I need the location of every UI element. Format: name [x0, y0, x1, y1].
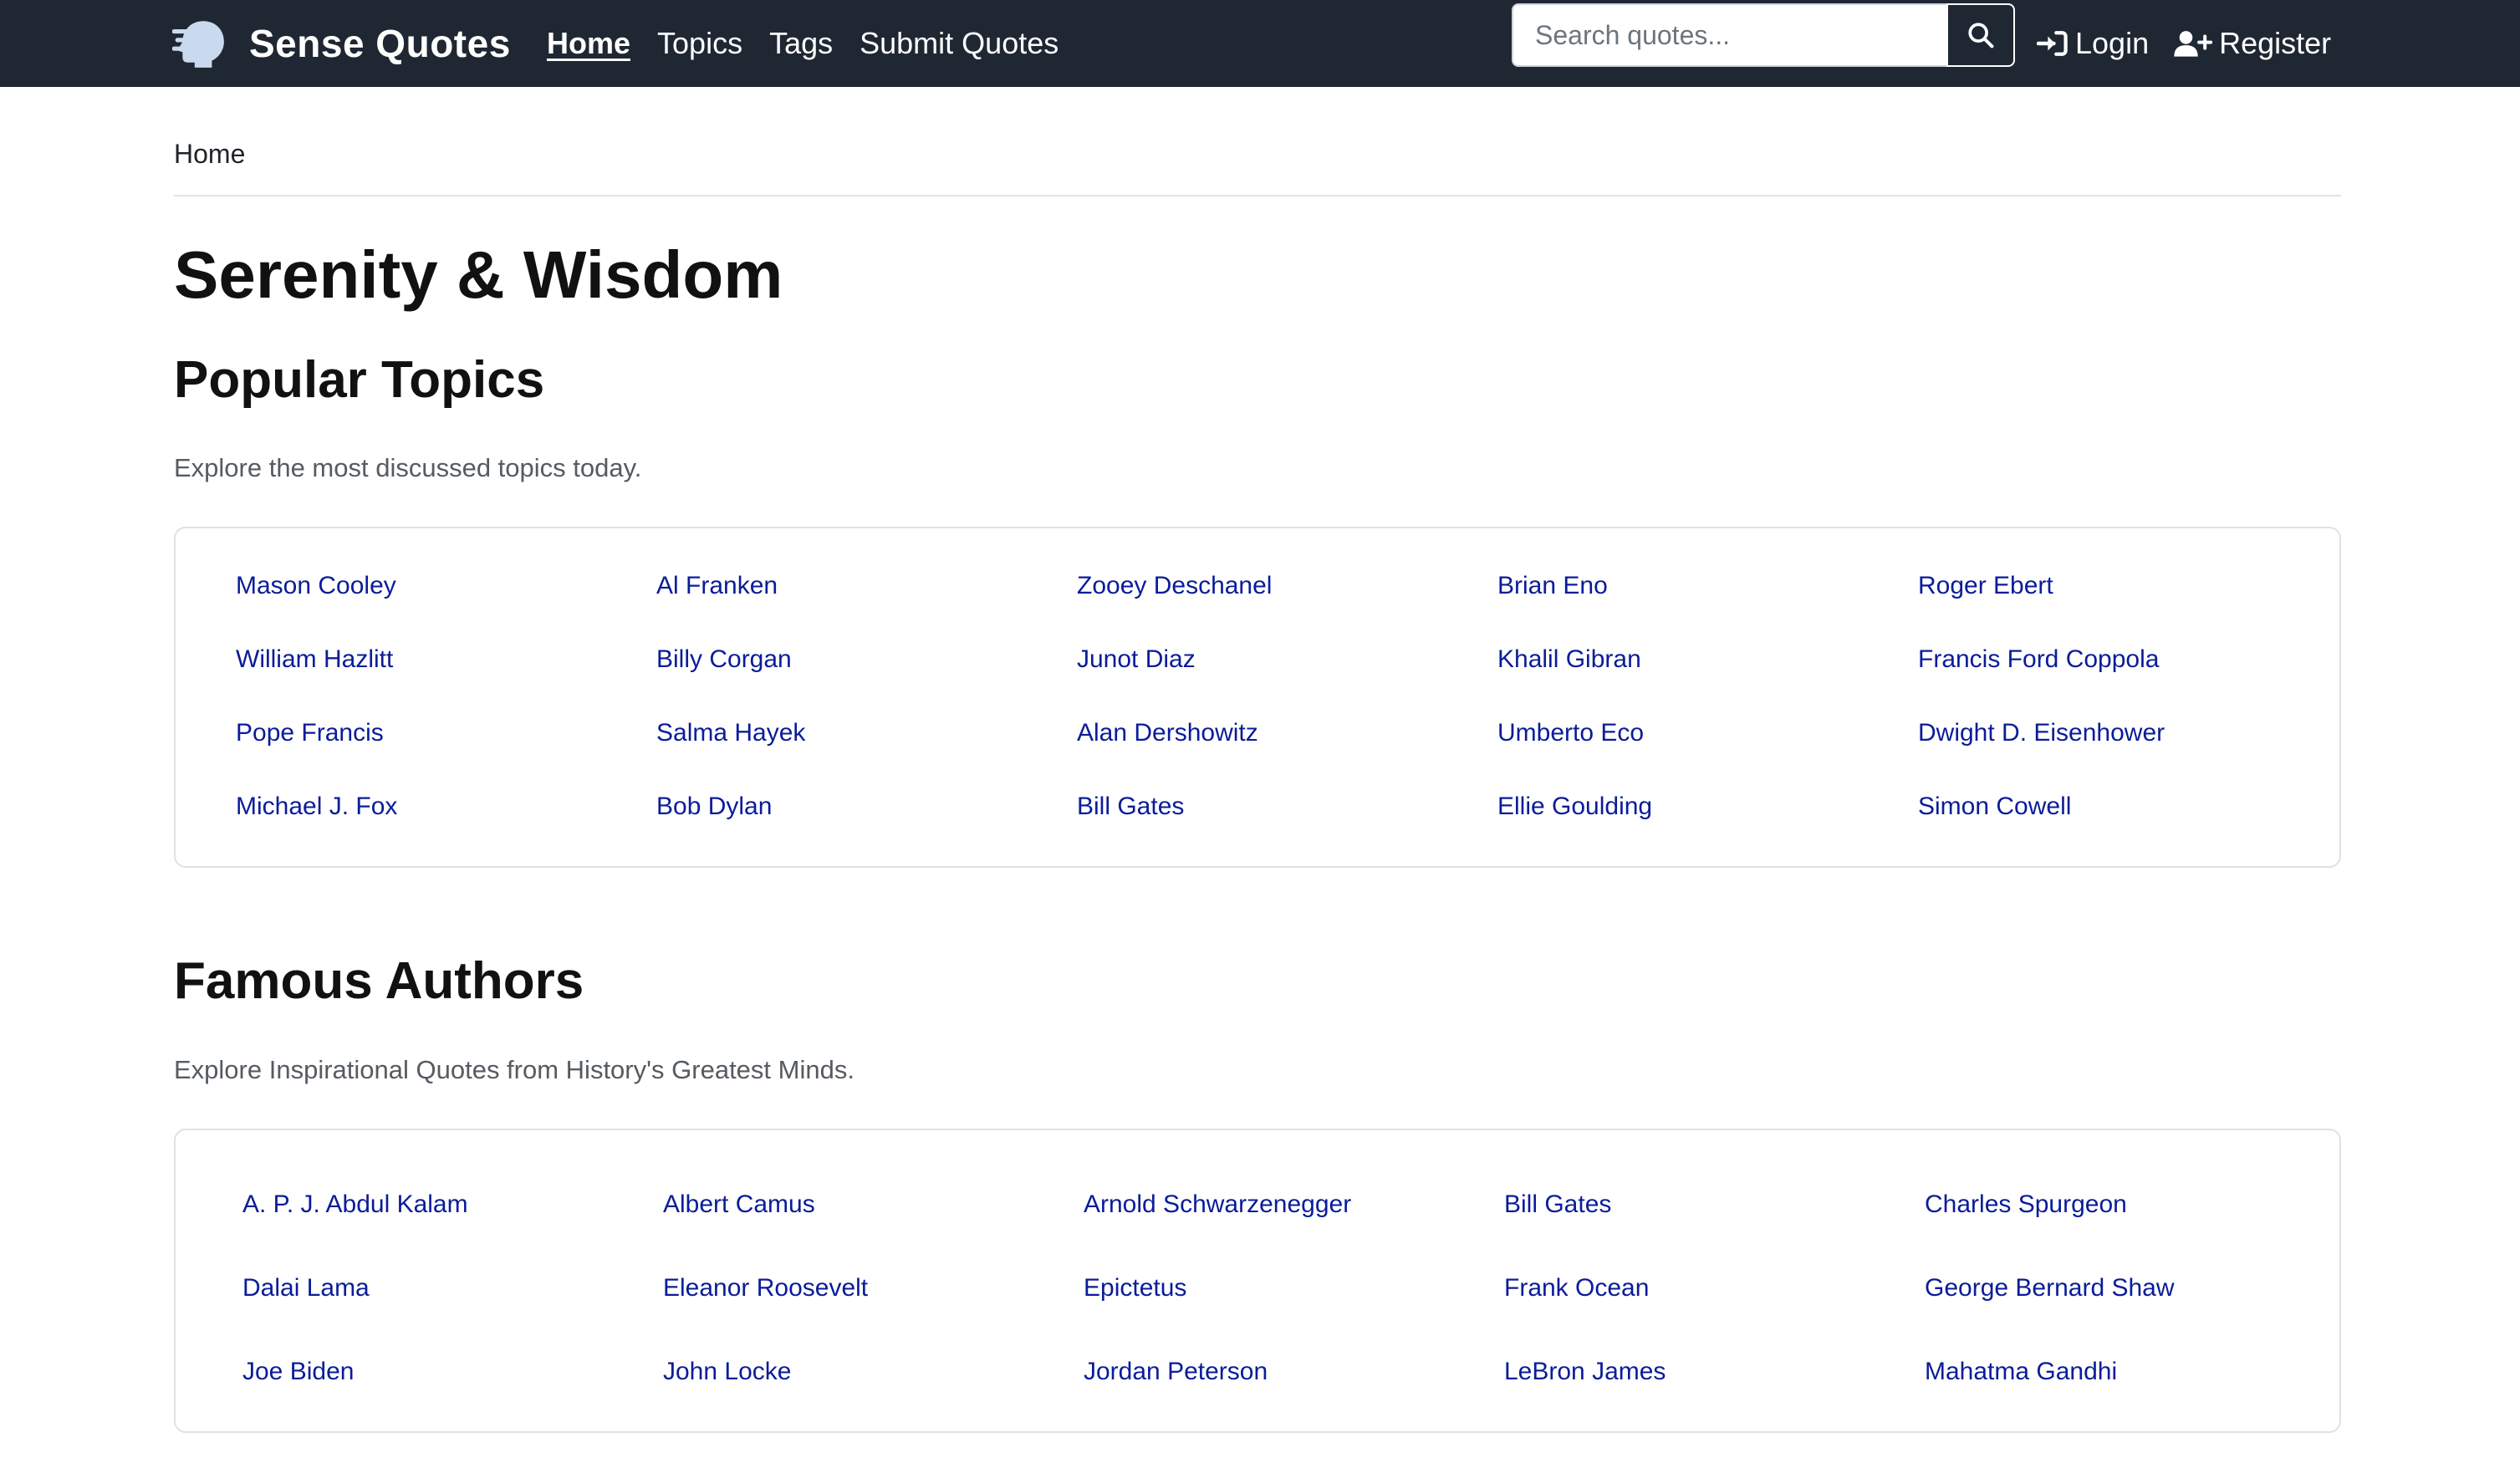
topic-link[interactable]: Brian Eno: [1497, 570, 1918, 602]
author-link[interactable]: Bill Gates: [1504, 1189, 1925, 1221]
popular-topics-heading: Popular Topics: [174, 351, 545, 409]
topic-link[interactable]: Billy Corgan: [656, 644, 1077, 675]
topic-link[interactable]: William Hazlitt: [236, 644, 656, 675]
famous-authors-heading: Famous Authors: [174, 952, 584, 1011]
nav-topics[interactable]: Topics: [657, 26, 742, 61]
search-icon: [1968, 23, 1994, 48]
author-link[interactable]: Frank Ocean: [1504, 1272, 1925, 1304]
brand-link[interactable]: Sense Quotes: [172, 8, 511, 79]
popular-topics-grid: Mason Cooley Al Franken Zooey Deschanel Bri…: [236, 570, 2279, 823]
auth-links: Login Register: [2037, 8, 2331, 79]
author-link[interactable]: Mahatma Gandhi: [1925, 1356, 2345, 1388]
brand-logo-icon: [172, 21, 224, 68]
topic-link[interactable]: Mason Cooley: [236, 570, 656, 602]
login-link[interactable]: Login: [2037, 26, 2149, 61]
main-nav: Home Topics Tags Submit Quotes: [547, 8, 1085, 79]
topic-link[interactable]: Pope Francis: [236, 717, 656, 749]
search-button[interactable]: [1946, 3, 2015, 67]
popular-topics-card: Mason Cooley Al Franken Zooey Deschanel Bri…: [174, 527, 2341, 869]
topic-link[interactable]: Salma Hayek: [656, 717, 1077, 749]
search-input[interactable]: [1512, 3, 1946, 67]
author-link[interactable]: John Locke: [663, 1356, 1084, 1388]
famous-authors-description: Explore Inspirational Quotes from Histor…: [174, 1054, 854, 1084]
user-plus-icon: [2174, 31, 2213, 57]
page-title: Serenity & Wisdom: [174, 237, 783, 312]
topic-link[interactable]: Michael J. Fox: [236, 791, 656, 823]
author-link[interactable]: Eleanor Roosevelt: [663, 1272, 1084, 1304]
topic-link[interactable]: Junot Diaz: [1077, 644, 1497, 675]
register-link[interactable]: Register: [2174, 26, 2331, 61]
login-label: Login: [2075, 26, 2150, 60]
author-link[interactable]: A. P. J. Abdul Kalam: [242, 1189, 663, 1221]
author-link[interactable]: Dalai Lama: [242, 1272, 663, 1304]
nav-home[interactable]: Home: [547, 26, 630, 61]
topic-link[interactable]: Dwight D. Eisenhower: [1918, 717, 2339, 749]
famous-authors-card: A. P. J. Abdul Kalam Albert Camus Arnold S…: [174, 1128, 2341, 1433]
main-content: Home Serenity & Wisdom Popular Topics Ex…: [174, 87, 2341, 1433]
author-link[interactable]: Epictetus: [1084, 1272, 1504, 1304]
topic-link[interactable]: Francis Ford Coppola: [1918, 644, 2339, 675]
popular-topics-description: Explore the most discussed topics today.: [174, 453, 642, 483]
nav-tags[interactable]: Tags: [769, 26, 833, 61]
sign-in-icon: [2037, 31, 2068, 56]
author-link[interactable]: Albert Camus: [663, 1189, 1084, 1221]
author-link[interactable]: George Bernard Shaw: [1925, 1272, 2345, 1304]
brand-name: Sense Quotes: [249, 22, 511, 65]
topic-link[interactable]: Roger Ebert: [1918, 570, 2339, 602]
topic-link[interactable]: Umberto Eco: [1497, 717, 1918, 749]
nav-submit-quotes[interactable]: Submit Quotes: [860, 26, 1059, 61]
author-link[interactable]: LeBron James: [1504, 1356, 1925, 1388]
search-form: [1512, 3, 2015, 67]
register-label: Register: [2219, 26, 2332, 60]
topic-link[interactable]: Al Franken: [656, 570, 1077, 602]
topic-link[interactable]: Zooey Deschanel: [1077, 570, 1497, 602]
topic-link[interactable]: Bill Gates: [1077, 791, 1497, 823]
author-link[interactable]: Charles Spurgeon: [1925, 1189, 2345, 1221]
author-link[interactable]: Arnold Schwarzenegger: [1084, 1189, 1504, 1221]
topic-link[interactable]: Khalil Gibran: [1497, 644, 1918, 675]
topic-link[interactable]: Bob Dylan: [656, 791, 1077, 823]
topic-link[interactable]: Ellie Goulding: [1497, 791, 1918, 823]
top-navbar: Sense Quotes Home Topics Tags Submit Quo…: [0, 0, 2520, 87]
topic-link[interactable]: Alan Dershowitz: [1077, 717, 1497, 749]
author-link[interactable]: Jordan Peterson: [1084, 1356, 1504, 1388]
author-link[interactable]: Joe Biden: [242, 1356, 663, 1388]
topic-link[interactable]: Simon Cowell: [1918, 791, 2339, 823]
breadcrumb: Home: [174, 139, 2341, 196]
famous-authors-grid: A. P. J. Abdul Kalam Albert Camus Arnold S…: [236, 1172, 2279, 1388]
